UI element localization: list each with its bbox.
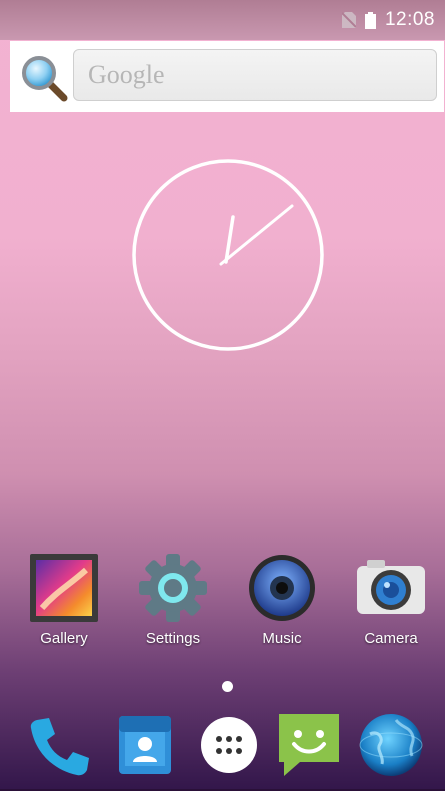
battery-icon [364, 11, 376, 29]
dock-app-drawer[interactable] [196, 712, 262, 778]
page-indicator-dot [222, 681, 233, 692]
status-icons: 12:08 [341, 9, 435, 31]
dock-messaging[interactable] [276, 712, 342, 778]
contacts-icon [119, 716, 171, 774]
search-input[interactable]: Google [73, 49, 437, 101]
app-label: Settings [145, 630, 201, 647]
status-time: 12:08 [384, 9, 435, 30]
dock-browser[interactable] [358, 712, 424, 778]
google-search-widget[interactable]: Google [10, 41, 444, 112]
app-settings[interactable]: Settings [118, 552, 228, 647]
app-gallery[interactable]: Gallery [9, 552, 119, 647]
camera-icon [355, 552, 427, 624]
app-label: Gallery [40, 630, 88, 647]
settings-icon [137, 552, 209, 624]
status-bar: 12:08 [0, 0, 445, 40]
no-sim-icon [341, 12, 357, 28]
home-screen: 12:08 Google Gallery Settings Music Came… [0, 0, 445, 791]
app-drawer-icon [201, 717, 257, 773]
dock-phone[interactable] [27, 712, 93, 778]
music-icon [246, 552, 318, 624]
analog-clock-widget[interactable] [131, 158, 325, 352]
app-label: Camera [364, 630, 418, 647]
globe-icon [359, 714, 423, 776]
phone-icon [30, 718, 90, 776]
messaging-icon [279, 714, 339, 776]
gallery-icon [28, 552, 100, 624]
search-icon[interactable] [20, 54, 68, 102]
dock-contacts[interactable] [111, 712, 177, 778]
app-label: Music [262, 630, 302, 647]
app-camera[interactable]: Camera [336, 552, 445, 647]
app-music[interactable]: Music [227, 552, 337, 647]
